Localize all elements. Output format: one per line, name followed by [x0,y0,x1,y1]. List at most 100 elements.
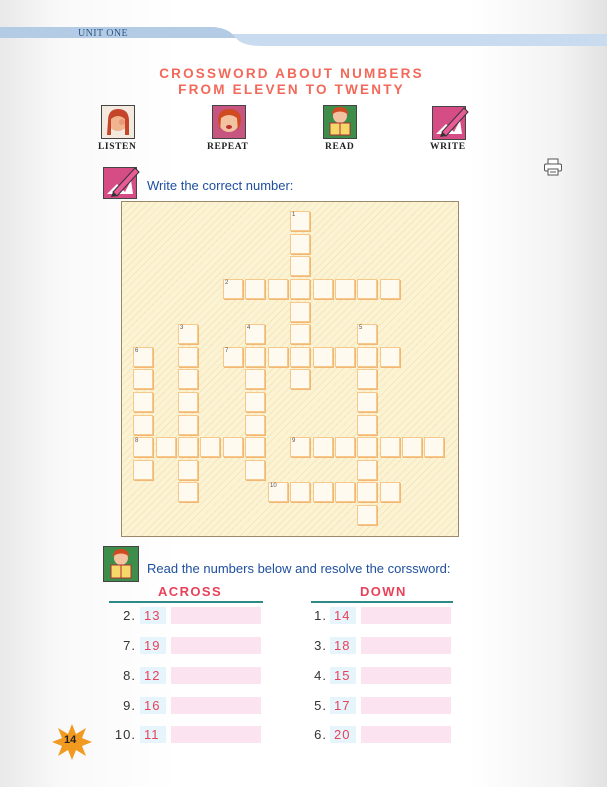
crossword-cell[interactable] [335,347,355,367]
unit-label: UNIT ONE [78,28,128,39]
down-rule [311,601,453,603]
across-heading: ACROSS [158,584,223,599]
exercise-1-instruction: Write the correct number: [147,178,294,193]
crossword-cell[interactable] [357,279,377,299]
clue-number: 5. [314,698,327,713]
answer-field[interactable] [361,607,451,624]
crossword-cell[interactable] [133,437,153,457]
crossword-cell[interactable] [357,369,377,389]
crossword-cell[interactable] [357,392,377,412]
crossword-cell[interactable] [268,482,288,502]
crossword-cell[interactable] [178,392,198,412]
clue-row: 5. 17 [0,697,607,717]
answer-field[interactable] [361,667,451,684]
clue-number: 1. [314,608,327,623]
crossword-cell[interactable] [313,279,333,299]
crossword-cell[interactable] [223,347,243,367]
answer-field[interactable] [361,697,451,714]
crossword-cell[interactable] [313,437,333,457]
clue-number: 4. [314,668,327,683]
crossword-cell[interactable] [133,369,153,389]
pencil-writing-icon [432,102,469,140]
crossword-cell[interactable] [335,437,355,457]
crossword-cell[interactable] [245,437,265,457]
crossword-cell[interactable] [245,324,265,344]
crossword-cell[interactable] [380,437,400,457]
crossword-cell[interactable] [178,369,198,389]
crossword-cell[interactable] [178,347,198,367]
crossword-cell[interactable] [290,234,310,254]
activity-label-read: READ [325,142,355,152]
crossword-cell[interactable] [290,482,310,502]
crossword-cell[interactable] [178,482,198,502]
crossword-cell[interactable] [223,279,243,299]
answer-field[interactable] [361,726,451,743]
printer-icon[interactable] [543,158,563,176]
page-number: 14 [64,734,77,746]
crossword-cell[interactable] [313,347,333,367]
clue-row: 4. 15 [0,667,607,687]
pencil-writing-icon [103,164,141,200]
crossword-cell[interactable] [380,347,400,367]
crossword-cell[interactable] [357,460,377,480]
crossword-cell[interactable] [357,415,377,435]
crossword-cell[interactable] [290,302,310,322]
crossword-cell[interactable] [245,392,265,412]
crossword-cell[interactable] [200,437,220,457]
crossword-cell[interactable] [133,347,153,367]
crossword-cell[interactable] [335,482,355,502]
crossword-cell[interactable] [290,211,310,231]
crossword-cell[interactable] [245,347,265,367]
answer-field[interactable] [361,637,451,654]
crossword-cell[interactable] [357,347,377,367]
activity-label-repeat: REPEAT [207,142,249,152]
speaking-girl-icon [212,105,246,139]
crossword-cell[interactable] [268,347,288,367]
listening-girl-icon [101,105,135,139]
crossword-cell[interactable] [178,415,198,435]
crossword-cell[interactable] [245,460,265,480]
clue-value: 20 [334,727,351,742]
crossword-cell[interactable] [357,324,377,344]
page-title-line-1: CROSSWORD ABOUT NUMBERS [159,66,424,81]
reading-girl-icon [323,105,357,139]
activity-label-write: WRITE [430,142,466,152]
crossword-cell[interactable] [133,415,153,435]
crossword-cell[interactable] [402,437,422,457]
exercise-2-instruction: Read the numbers below and resolve the c… [147,561,451,576]
crossword-cell[interactable] [268,279,288,299]
crossword-cell[interactable] [223,437,243,457]
crossword-cell[interactable] [245,415,265,435]
crossword-cell[interactable] [178,324,198,344]
crossword-cell[interactable] [133,460,153,480]
crossword-cell[interactable] [357,505,377,525]
activity-label-listen: LISTEN [98,142,137,152]
clue-number: 3. [314,638,327,653]
reading-girl-icon [103,546,139,582]
crossword-cell[interactable] [133,392,153,412]
crossword-cell[interactable] [380,482,400,502]
crossword-cell[interactable] [357,482,377,502]
clue-row: 3. 18 [0,637,607,657]
crossword-cell[interactable] [178,460,198,480]
page-title-line-2: FROM ELEVEN TO TWENTY [178,82,405,97]
crossword-cell[interactable] [290,347,310,367]
crossword-cell[interactable] [424,437,444,457]
clue-value: 14 [334,608,351,623]
crossword-cell[interactable] [245,279,265,299]
crossword-cell[interactable] [290,256,310,276]
crossword-cell[interactable] [290,324,310,344]
crossword-cell[interactable] [156,437,176,457]
crossword-cell[interactable] [245,369,265,389]
clue-row: 1. 14 [0,607,607,627]
crossword-cell[interactable] [290,437,310,457]
crossword-cell[interactable] [313,482,333,502]
crossword-cell[interactable] [357,437,377,457]
crossword-cell[interactable] [290,279,310,299]
clue-value: 15 [334,668,351,683]
crossword-cell[interactable] [380,279,400,299]
clue-value: 17 [334,698,351,713]
crossword-cell[interactable] [178,437,198,457]
crossword-cell[interactable] [290,369,310,389]
crossword-cell[interactable] [335,279,355,299]
